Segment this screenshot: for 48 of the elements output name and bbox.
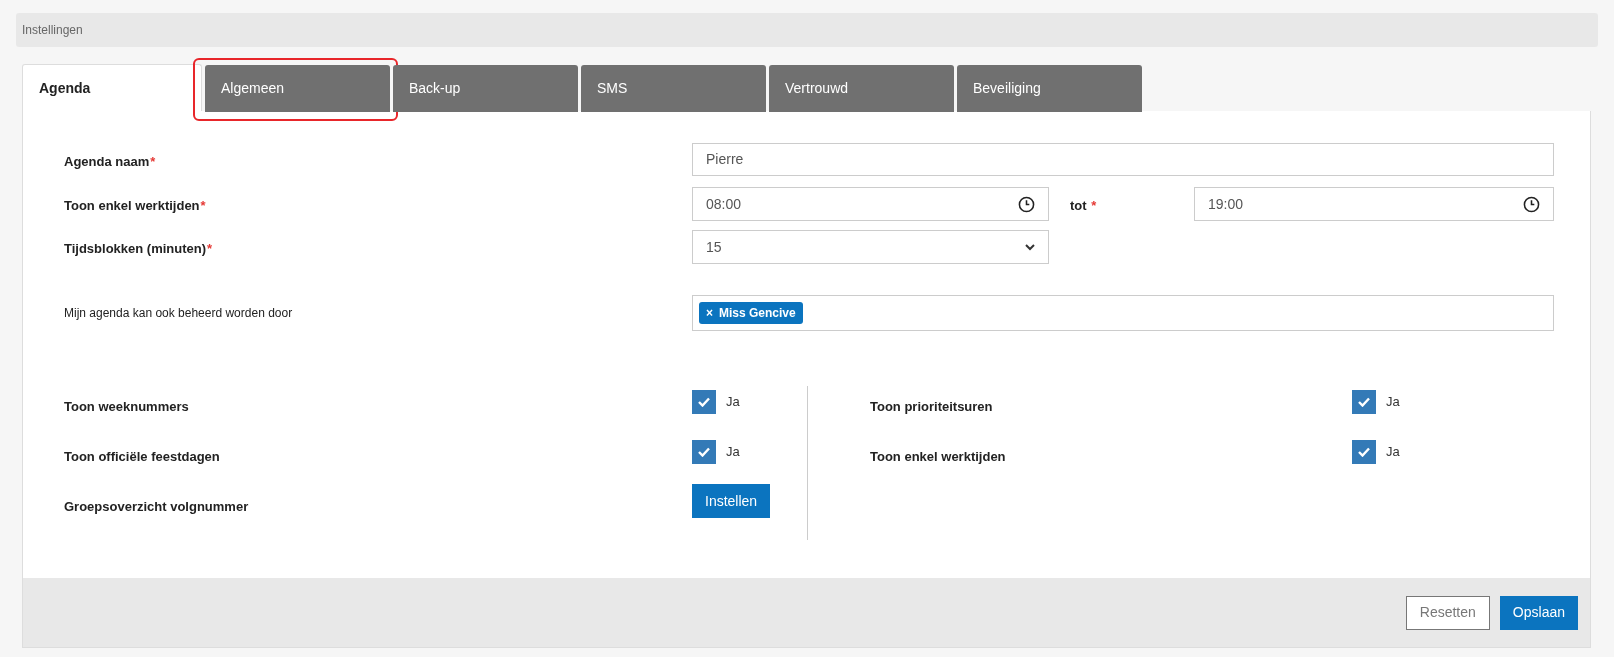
checkbox-label: Ja bbox=[726, 393, 740, 412]
required-mark: * bbox=[200, 198, 206, 213]
name-input[interactable]: Pierre bbox=[692, 143, 1554, 176]
time-value: 08:00 bbox=[706, 194, 742, 214]
tab[interactable]: Back-up bbox=[393, 65, 578, 112]
time-input[interactable]: 19:00 bbox=[1194, 187, 1554, 221]
option-label: Groepsoverzicht volgnummer bbox=[64, 499, 249, 514]
check-icon bbox=[1358, 397, 1370, 407]
checkbox[interactable] bbox=[1352, 440, 1376, 464]
select-field[interactable]: 15 bbox=[692, 230, 1049, 264]
checkbox-label: Ja bbox=[1386, 393, 1400, 412]
checkbox-label: Ja bbox=[1386, 443, 1400, 462]
save-button[interactable]: Opslaan bbox=[1499, 595, 1578, 630]
option-label: Toon prioriteitsuren bbox=[870, 399, 993, 414]
clock-icon bbox=[1018, 195, 1035, 213]
check-icon bbox=[698, 397, 710, 407]
time-value: 19:00 bbox=[1208, 194, 1244, 214]
field-label: Mijn agenda kan ook beheerd worden door bbox=[64, 306, 293, 320]
check-icon bbox=[1358, 447, 1370, 457]
required-mark: * bbox=[1091, 198, 1097, 213]
tab[interactable]: Vertrouwd bbox=[769, 65, 954, 112]
tag-name: Miss Gencive bbox=[719, 305, 796, 322]
field-label: tot * bbox=[1070, 198, 1097, 213]
tab[interactable]: Agenda bbox=[22, 64, 202, 111]
field-label: Agenda naam* bbox=[64, 154, 156, 169]
tab[interactable]: SMS bbox=[581, 65, 766, 112]
check-icon bbox=[698, 447, 710, 457]
checkbox-label: Ja bbox=[726, 443, 740, 462]
option-label: Toon officiële feestdagen bbox=[64, 449, 220, 464]
checkbox[interactable] bbox=[1352, 390, 1376, 414]
tag-input[interactable]: × Miss Gencive bbox=[692, 295, 1554, 331]
option-label: Toon weeknummers bbox=[64, 399, 189, 414]
chevron-down-icon bbox=[1025, 243, 1035, 251]
field-label: Toon enkel werktijden* bbox=[64, 198, 206, 213]
required-mark: * bbox=[207, 241, 213, 256]
option-label: Toon enkel werktijden bbox=[870, 449, 1006, 464]
tab[interactable]: Beveiliging bbox=[957, 65, 1142, 112]
field-label: Tijdsblokken (minuten)* bbox=[64, 241, 213, 256]
reset-button[interactable]: Resetten bbox=[1405, 595, 1490, 630]
checkbox[interactable] bbox=[692, 440, 716, 464]
clock-icon bbox=[1523, 195, 1540, 213]
time-input[interactable]: 08:00 bbox=[692, 187, 1049, 221]
set-button[interactable]: Instellen bbox=[692, 484, 771, 518]
required-mark: * bbox=[150, 154, 156, 169]
checkbox[interactable] bbox=[692, 390, 716, 414]
remove-tag-button[interactable]: × bbox=[706, 304, 713, 322]
header-title: Instellingen bbox=[22, 22, 83, 39]
tab[interactable]: Algemeen bbox=[205, 65, 390, 112]
